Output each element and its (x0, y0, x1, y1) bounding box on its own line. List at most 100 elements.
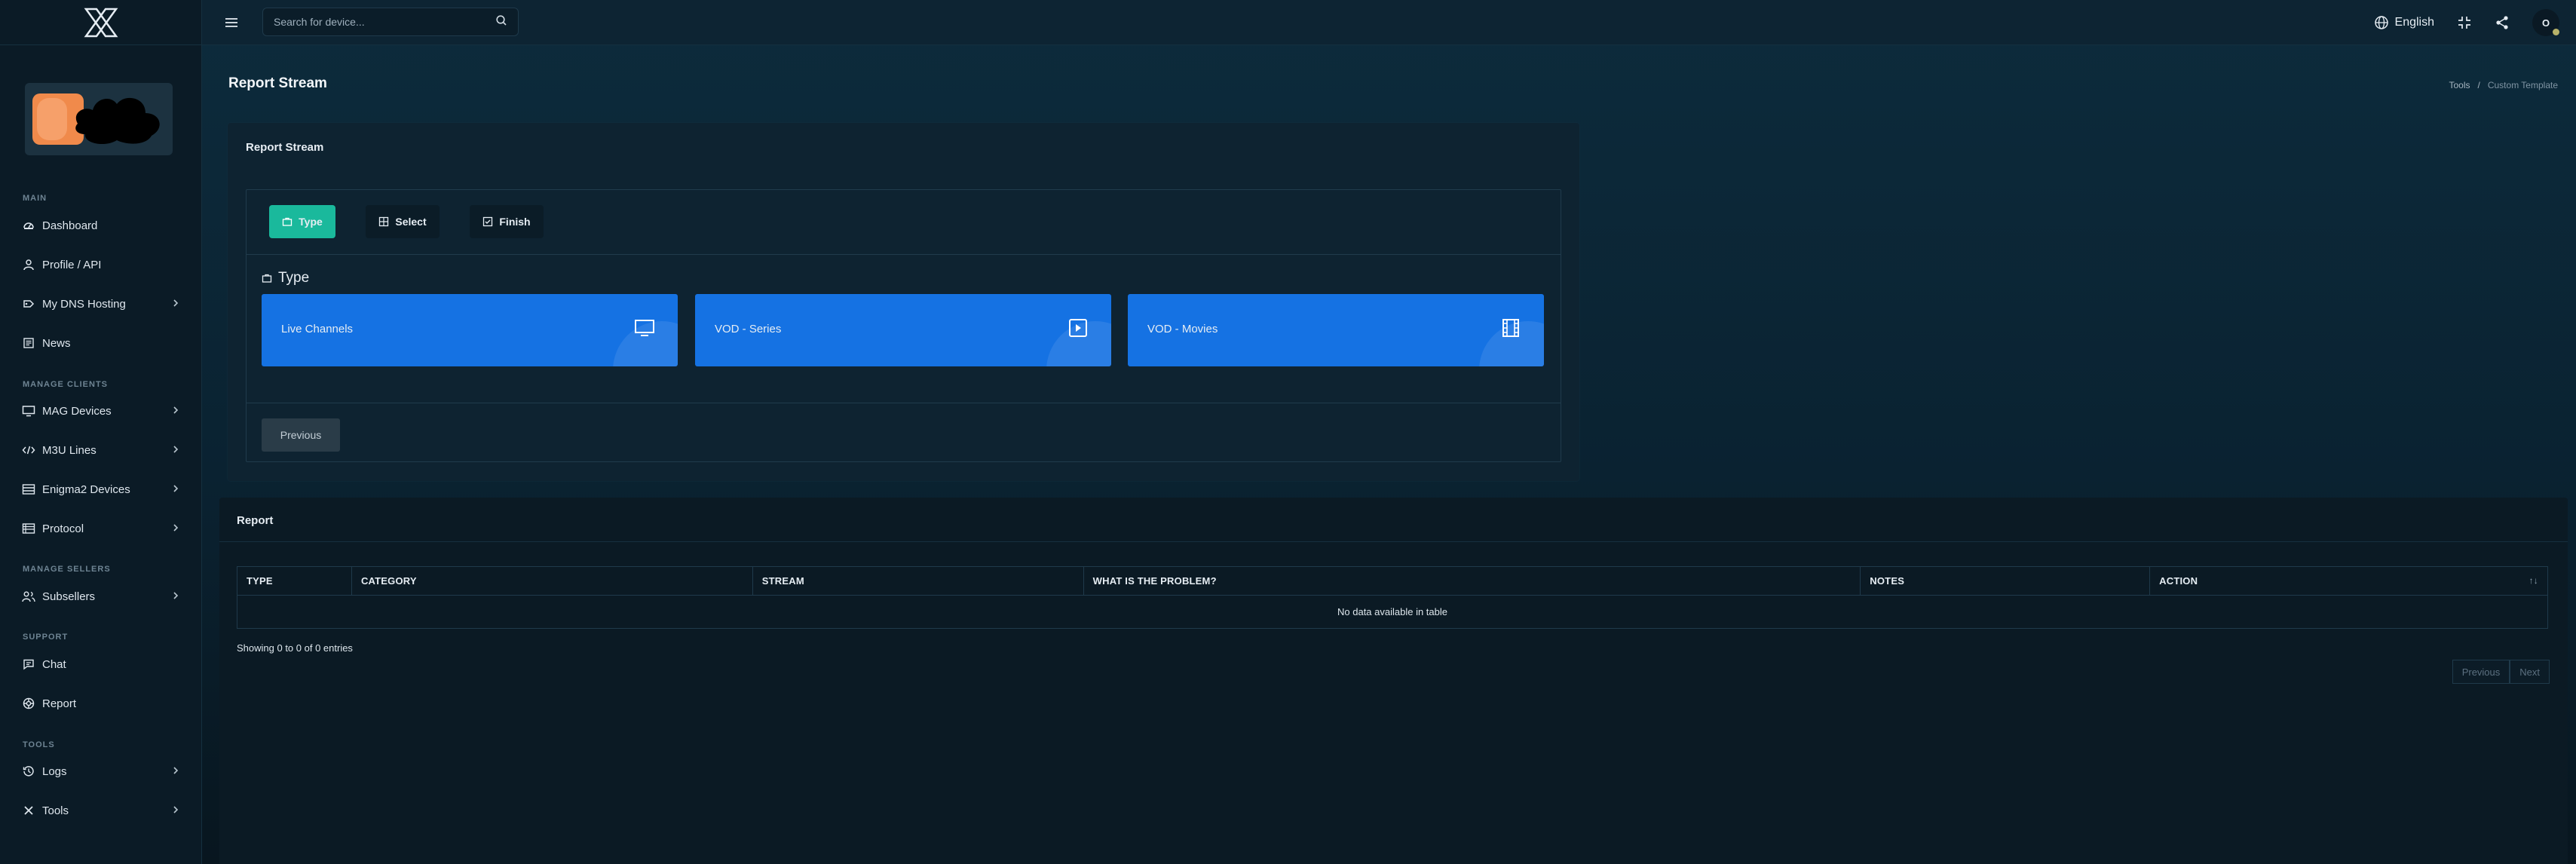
pagination: Previous Next (2452, 660, 2550, 684)
sidebar-item-chat[interactable]: Chat (21, 654, 179, 675)
topbar-actions: English O (2374, 0, 2559, 45)
column-header-problem[interactable]: WHAT IS THE PROBLEM? (1083, 566, 1861, 596)
share-icon[interactable] (2495, 15, 2510, 30)
sidebar-item-dashboard[interactable]: Dashboard (21, 215, 179, 236)
grid-icon (379, 216, 389, 227)
sidebar-item-label: Enigma2 Devices (42, 483, 130, 496)
sidebar-item-profile[interactable]: Profile / API (21, 254, 179, 275)
users-icon (21, 589, 36, 604)
tile-label: VOD - Series (715, 323, 782, 335)
language-selector[interactable]: English (2374, 15, 2434, 30)
sidebar-item-label: News (42, 336, 71, 350)
tile-vod-movies[interactable]: VOD - Movies (1128, 294, 1544, 366)
sidebar-item-protocol[interactable]: Protocol (21, 518, 179, 539)
monitor-icon (21, 403, 36, 418)
wizard: Type Select Finish Type Live Channels VO… (246, 189, 1561, 462)
tile-label: Live Channels (281, 323, 354, 335)
dashboard-icon (21, 218, 36, 233)
history-icon (21, 764, 36, 779)
sidebar-item-label: Tools (42, 804, 69, 817)
column-header-notes[interactable]: NOTES (1860, 566, 2151, 596)
user-menu[interactable]: O (2532, 9, 2559, 36)
table-row: No data available in table (237, 595, 2548, 629)
step-finish-button[interactable]: Finish (470, 205, 544, 238)
status-dot (2553, 29, 2559, 35)
briefcase-icon (262, 274, 272, 283)
search-icon[interactable] (495, 14, 507, 30)
sort-icon[interactable]: ↑↓ (2529, 575, 2538, 586)
sidebar-item-dns-hosting[interactable]: My DNS Hosting (21, 293, 179, 314)
sidebar-item-m3u-lines[interactable]: M3U Lines (21, 440, 179, 461)
sidebar-item-mag-devices[interactable]: MAG Devices (21, 400, 179, 421)
pagination-previous[interactable]: Previous (2452, 660, 2510, 684)
sidebar-item-report[interactable]: Report (21, 693, 179, 714)
sidebar-item-tools[interactable]: Tools (21, 800, 179, 821)
chevron-right-icon (172, 804, 179, 818)
sidebar-item-logs[interactable]: Logs (21, 761, 179, 782)
user-icon (21, 257, 36, 272)
card-title: Report Stream (246, 141, 324, 154)
logo-x-icon (84, 8, 118, 37)
check-square-icon (483, 216, 493, 227)
menu-toggle-icon[interactable] (223, 14, 240, 31)
report-table: TYPE CATEGORY STREAM WHAT IS THE PROBLEM… (237, 566, 2548, 629)
column-header-category[interactable]: CATEGORY (351, 566, 753, 596)
report-card: Report TYPE CATEGORY STREAM WHAT IS THE … (219, 498, 2568, 864)
table-header-row: TYPE CATEGORY STREAM WHAT IS THE PROBLEM… (237, 566, 2548, 596)
breadcrumb-tools[interactable]: Tools (2449, 80, 2470, 90)
sidebar-item-label: Chat (42, 657, 66, 671)
sidebar-item-subsellers[interactable]: Subsellers (21, 586, 179, 607)
chevron-right-icon (172, 298, 179, 311)
sidebar-item-label: Protocol (42, 522, 84, 535)
logo[interactable] (0, 0, 201, 45)
sidebar-item-label: Report (42, 697, 77, 710)
sidebar-item-enigma2-devices[interactable]: Enigma2 Devices (21, 479, 179, 500)
column-header-action[interactable]: ACTION ↑↓ (2149, 566, 2548, 596)
avatar-redaction (75, 97, 160, 145)
avatar (25, 83, 173, 155)
chat-icon (21, 657, 36, 672)
table-info: Showing 0 to 0 of 0 entries (237, 642, 353, 654)
step-type-button[interactable]: Type (269, 205, 335, 238)
news-icon (21, 335, 36, 351)
step-select-button[interactable]: Select (366, 205, 440, 238)
column-header-type[interactable]: TYPE (237, 566, 352, 596)
user-initial: O (2541, 17, 2550, 29)
column-header-stream[interactable]: STREAM (752, 566, 1084, 596)
lifebuoy-icon (21, 696, 36, 711)
search-bar (262, 8, 519, 36)
tile-label: VOD - Movies (1147, 323, 1218, 335)
sidebar: MAIN Dashboard Profile / API My DNS Host… (0, 0, 202, 864)
nav-section-manage-sellers: MANAGE SELLERS (23, 565, 111, 574)
nav-section-tools: TOOLS (23, 740, 55, 749)
film-icon (1500, 318, 1521, 342)
nav-section-manage-clients: MANAGE CLIENTS (23, 380, 108, 389)
empty-table-message: No data available in table (237, 595, 2548, 629)
sidebar-item-label: Subsellers (42, 590, 96, 603)
globe-icon (2374, 16, 2388, 29)
topbar: English O (202, 0, 2576, 45)
chevron-right-icon (172, 590, 179, 604)
wizard-steps: Type Select Finish (247, 190, 1561, 255)
wizard-footer: Previous (247, 403, 1561, 461)
server-icon (21, 482, 36, 497)
search-input[interactable] (274, 16, 495, 28)
tile-live-channels[interactable]: Live Channels (262, 294, 678, 366)
breadcrumb-current: Custom Template (2487, 80, 2558, 90)
language-label: English (2394, 16, 2434, 29)
fullscreen-icon[interactable] (2457, 15, 2472, 30)
previous-button[interactable]: Previous (262, 418, 340, 452)
sidebar-item-news[interactable]: News (21, 332, 179, 354)
card-title: Report (237, 514, 274, 527)
pagination-next[interactable]: Next (2510, 660, 2550, 684)
step-label: Finish (499, 216, 531, 228)
sidebar-item-label: Dashboard (42, 219, 98, 232)
briefcase-icon (283, 217, 293, 226)
tile-vod-series[interactable]: VOD - Series (695, 294, 1111, 366)
chevron-right-icon (172, 483, 179, 497)
tv-icon (634, 318, 655, 342)
nav-section-support: SUPPORT (23, 633, 69, 642)
sidebar-item-label: M3U Lines (42, 443, 96, 457)
breadcrumb: Tools / Custom Template (2449, 80, 2558, 90)
breadcrumb-separator: / (2477, 80, 2480, 90)
